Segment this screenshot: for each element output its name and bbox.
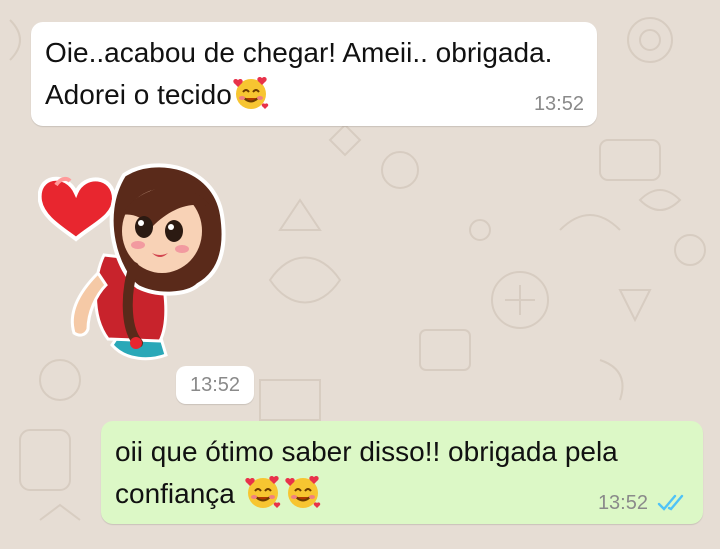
message-timestamp: 13:52 bbox=[597, 492, 648, 514]
message-line-1: Oie..acabou de chegar! Ameii.. obrigada. bbox=[45, 37, 553, 68]
smiling-face-with-hearts-icon bbox=[232, 74, 270, 112]
outgoing-message-bubble[interactable]: oii que ótimo saber disso!! obrigada pel… bbox=[101, 421, 703, 524]
smiling-face-with-hearts-icon bbox=[243, 473, 283, 511]
message-line-2: Adorei o tecido bbox=[45, 79, 232, 110]
smiling-face-with-hearts-icon bbox=[283, 473, 323, 511]
message-line-1: oii que ótimo saber disso!! obrigada pel… bbox=[115, 436, 618, 467]
sticker-timestamp: 13:52 bbox=[176, 366, 254, 404]
message-text: Oie..acabou de chegar! Ameii.. obrigada.… bbox=[45, 32, 583, 116]
message-line-2: confiança bbox=[115, 478, 235, 509]
girl-with-heart-sticker[interactable] bbox=[38, 155, 238, 365]
message-timestamp: 13:52 bbox=[533, 93, 584, 115]
incoming-message-bubble[interactable]: Oie..acabou de chegar! Ameii.. obrigada.… bbox=[31, 22, 597, 126]
read-double-check-icon bbox=[657, 494, 684, 511]
